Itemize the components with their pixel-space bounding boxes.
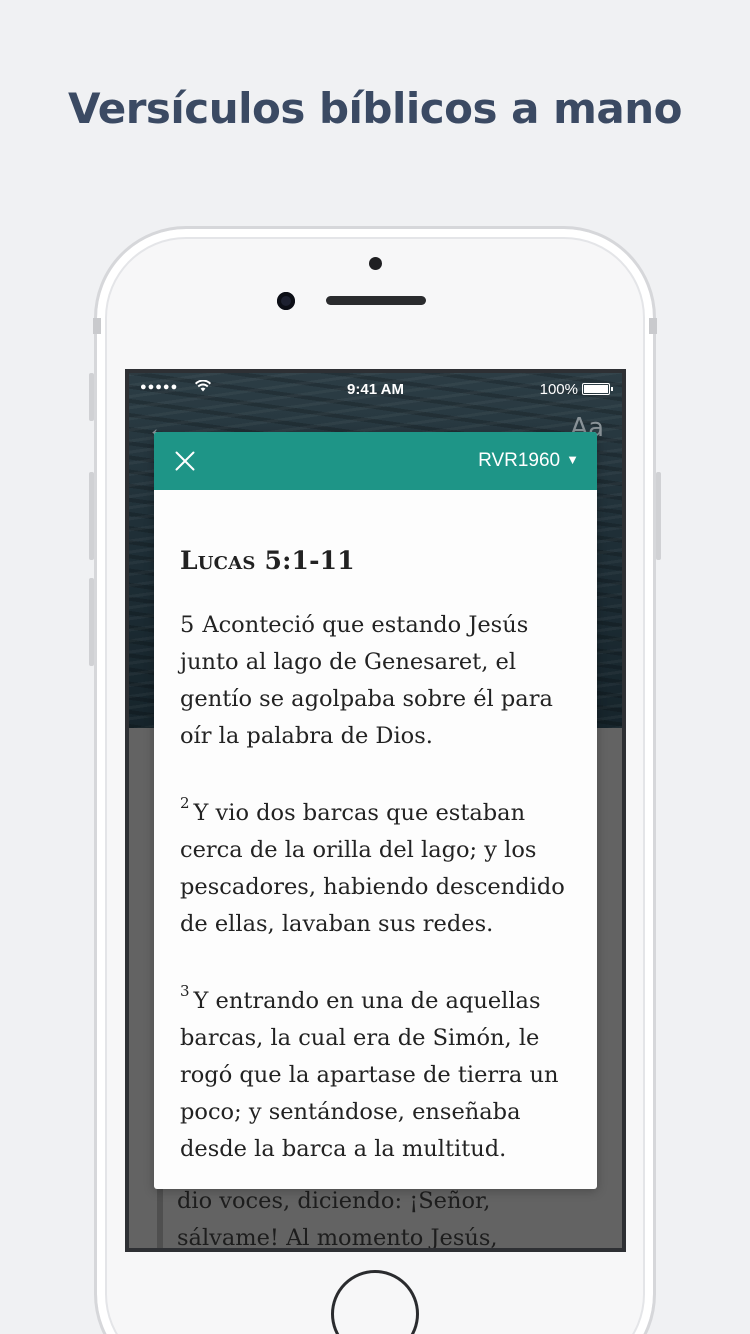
verse: 2Y vio dos barcas que estaban cerca de l… (180, 785, 572, 943)
proximity-sensor (369, 257, 382, 270)
verse-text: Aconteció que estando Jesús junto al lag… (180, 612, 553, 749)
earpiece-speaker (326, 296, 426, 305)
antenna-line-right (649, 318, 657, 334)
battery-percent: 100% (539, 381, 578, 398)
status-bar: ●●●●● 9:41 AM 100% (129, 373, 622, 405)
close-icon[interactable] (170, 446, 200, 476)
verse-number: 2 (180, 794, 190, 812)
verse-text: Y vio dos barcas que estaban cerca de la… (180, 800, 565, 937)
modal-header: RVR1960 ▼ (154, 432, 597, 490)
battery-icon (582, 383, 613, 395)
front-camera (277, 292, 295, 310)
verse-modal: RVR1960 ▼ Lucas 5:1-11 5 Aconteció que est… (154, 432, 597, 1189)
caret-down-icon: ▼ (566, 452, 579, 467)
verse-number: 5 (180, 612, 195, 638)
modal-body: Lucas 5:1-11 5 Aconteció que estando Jesú… (180, 542, 572, 1189)
verse: 3Y entrando en una de aquellas barcas, l… (180, 973, 572, 1168)
verse-number: 3 (180, 982, 190, 1000)
verse-text: Y entrando en una de aquellas barcas, la… (180, 988, 559, 1162)
version-label: RVR1960 (478, 450, 561, 471)
version-selector[interactable]: RVR1960 ▼ (478, 450, 579, 472)
verse: 5 Aconteció que estando Jesús junto al la… (180, 607, 572, 755)
headline: Versículos bíblicos a mano (68, 84, 683, 133)
passage-reference: Lucas 5:1-11 (180, 546, 355, 575)
power-button (656, 472, 661, 560)
background-verse-text: dio voces, diciendo: ¡Señor, sálvame! Al… (157, 1183, 587, 1248)
antenna-line-left (93, 318, 101, 334)
